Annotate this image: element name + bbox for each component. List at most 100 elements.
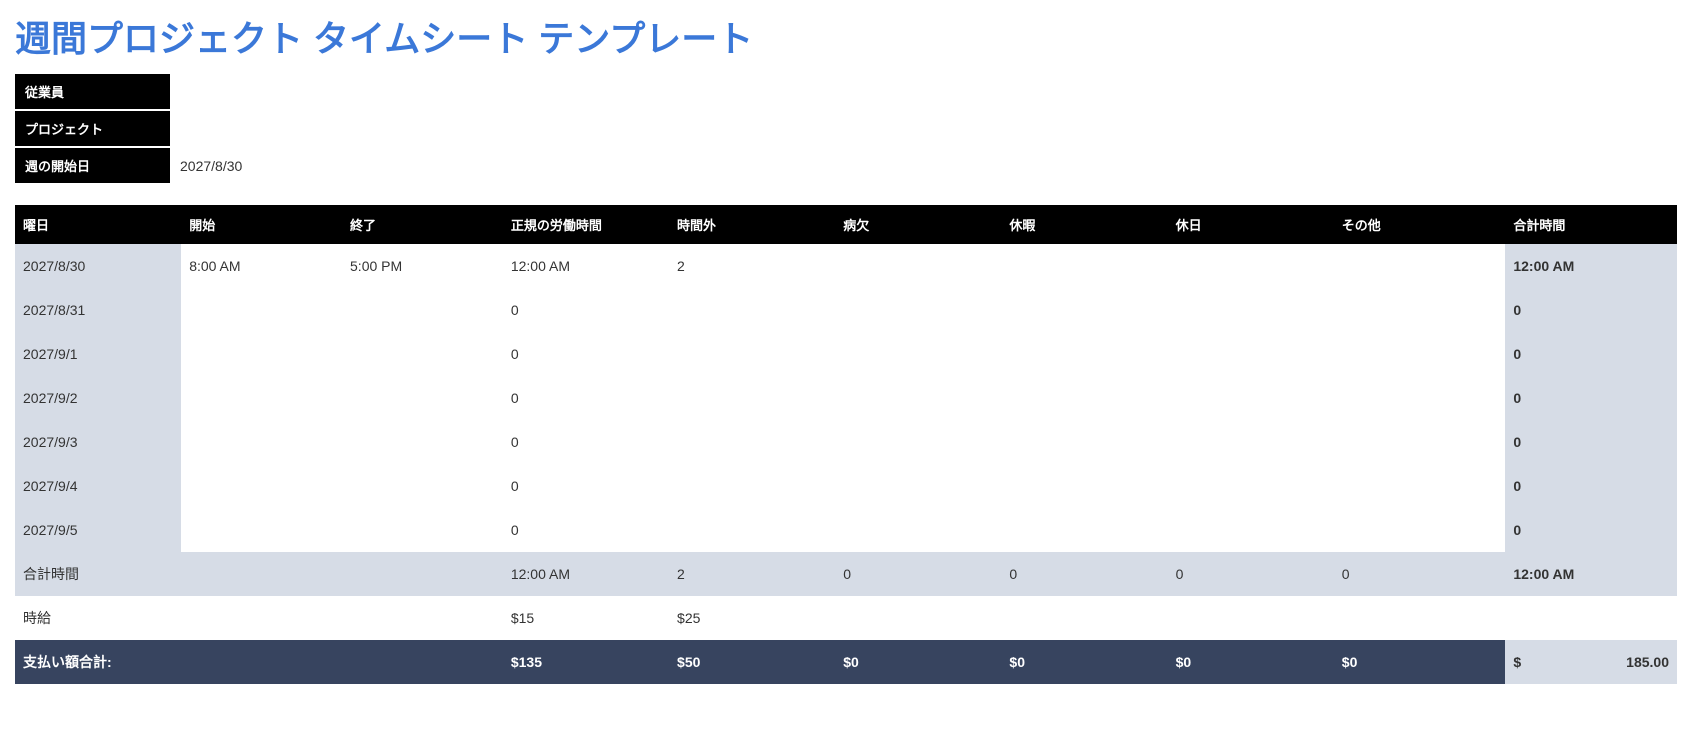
project-value[interactable] [170,111,252,146]
header-regular: 正規の労働時間 [503,205,669,244]
cell-start[interactable] [181,420,342,464]
totals-regular: 12:00 AM [503,552,669,596]
cell-holiday[interactable] [1168,420,1334,464]
employee-label: 従業員 [15,74,170,109]
pay-holiday: $0 [1168,640,1334,684]
cell-regular[interactable]: 0 [503,464,669,508]
cell-end[interactable] [342,420,503,464]
cell-holiday[interactable] [1168,464,1334,508]
cell-vacation[interactable] [1001,332,1167,376]
totals-overtime: 2 [669,552,835,596]
cell-overtime[interactable] [669,376,835,420]
cell-end[interactable] [342,464,503,508]
rate-overtime[interactable]: $25 [669,596,835,640]
cell-sick[interactable] [835,420,1001,464]
meta-table: 従業員 プロジェクト 週の開始日 2027/8/30 [15,72,252,185]
page-title: 週間プロジェクト タイムシート テンプレート [15,10,1677,62]
rate-regular[interactable]: $15 [503,596,669,640]
rate-row: 時給 $15 $25 [15,596,1677,640]
cell-other[interactable] [1334,376,1506,420]
cell-other[interactable] [1334,508,1506,552]
header-row: 曜日 開始 終了 正規の労働時間 時間外 病欠 休暇 休日 その他 合計時間 [15,205,1677,244]
cell-overtime[interactable] [669,508,835,552]
totals-label: 合計時間 [15,552,503,596]
header-vacation: 休暇 [1001,205,1167,244]
header-holiday: 休日 [1168,205,1334,244]
cell-end[interactable] [342,288,503,332]
rate-holiday[interactable] [1168,596,1334,640]
pay-grand: 185.00 [1626,654,1669,670]
timesheet-table: 曜日 開始 終了 正規の労働時間 時間外 病欠 休暇 休日 その他 合計時間 2… [15,205,1677,684]
cell-day: 2027/8/30 [15,244,181,288]
header-sick: 病欠 [835,205,1001,244]
cell-holiday[interactable] [1168,376,1334,420]
cell-start[interactable] [181,464,342,508]
week-start-value[interactable]: 2027/8/30 [170,148,252,183]
cell-other[interactable] [1334,420,1506,464]
cell-regular[interactable]: 0 [503,376,669,420]
cell-sick[interactable] [835,464,1001,508]
cell-end[interactable] [342,332,503,376]
cell-total: 12:00 AM [1505,244,1677,288]
cell-regular[interactable]: 0 [503,288,669,332]
table-row: 2027/9/100 [15,332,1677,376]
cell-other[interactable] [1334,288,1506,332]
cell-holiday[interactable] [1168,288,1334,332]
cell-regular[interactable]: 0 [503,332,669,376]
rate-sick[interactable] [835,596,1001,640]
cell-holiday[interactable] [1168,508,1334,552]
totals-row: 合計時間 12:00 AM 2 0 0 0 0 12:00 AM [15,552,1677,596]
cell-sick[interactable] [835,288,1001,332]
cell-holiday[interactable] [1168,332,1334,376]
cell-vacation[interactable] [1001,244,1167,288]
cell-total: 0 [1505,420,1677,464]
totals-holiday: 0 [1168,552,1334,596]
cell-overtime[interactable] [669,332,835,376]
cell-end[interactable] [342,508,503,552]
cell-other[interactable] [1334,244,1506,288]
cell-vacation[interactable] [1001,376,1167,420]
cell-sick[interactable] [835,244,1001,288]
cell-total: 0 [1505,332,1677,376]
cell-start[interactable] [181,332,342,376]
cell-regular[interactable]: 12:00 AM [503,244,669,288]
pay-other: $0 [1334,640,1506,684]
cell-start[interactable] [181,288,342,332]
cell-overtime[interactable] [669,464,835,508]
employee-value[interactable] [170,74,252,109]
pay-regular: $135 [503,640,669,684]
totals-other: 0 [1334,552,1506,596]
cell-sick[interactable] [835,332,1001,376]
cell-other[interactable] [1334,332,1506,376]
cell-end[interactable]: 5:00 PM [342,244,503,288]
cell-overtime[interactable] [669,288,835,332]
rate-vacation[interactable] [1001,596,1167,640]
header-start: 開始 [181,205,342,244]
cell-overtime[interactable] [669,420,835,464]
header-total: 合計時間 [1505,205,1677,244]
cell-end[interactable] [342,376,503,420]
cell-vacation[interactable] [1001,420,1167,464]
totals-sick: 0 [835,552,1001,596]
rate-total-blank [1505,596,1677,640]
cell-vacation[interactable] [1001,464,1167,508]
cell-regular[interactable]: 0 [503,420,669,464]
cell-start[interactable] [181,376,342,420]
cell-sick[interactable] [835,376,1001,420]
cell-vacation[interactable] [1001,288,1167,332]
cell-regular[interactable]: 0 [503,508,669,552]
cell-start[interactable] [181,508,342,552]
rate-label: 時給 [15,596,503,640]
header-overtime: 時間外 [669,205,835,244]
cell-holiday[interactable] [1168,244,1334,288]
cell-total: 0 [1505,288,1677,332]
cell-vacation[interactable] [1001,508,1167,552]
table-row: 2027/8/308:00 AM5:00 PM12:00 AM212:00 AM [15,244,1677,288]
pay-overtime: $50 [669,640,835,684]
rate-other[interactable] [1334,596,1506,640]
cell-start[interactable]: 8:00 AM [181,244,342,288]
cell-other[interactable] [1334,464,1506,508]
cell-overtime[interactable]: 2 [669,244,835,288]
cell-day: 2027/9/3 [15,420,181,464]
cell-sick[interactable] [835,508,1001,552]
